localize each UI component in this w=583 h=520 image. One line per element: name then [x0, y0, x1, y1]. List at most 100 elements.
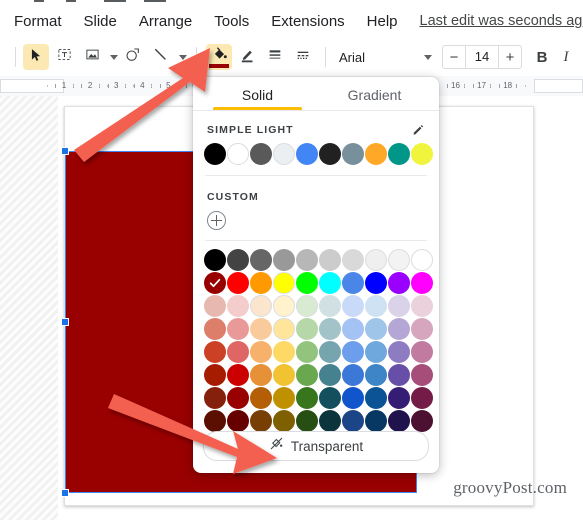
menu-item-extensions[interactable]: Extensions	[271, 13, 344, 30]
color-swatch[interactable]	[411, 364, 433, 386]
color-swatch[interactable]	[273, 295, 295, 317]
color-swatch[interactable]	[227, 249, 249, 271]
color-swatch[interactable]	[365, 387, 387, 409]
color-swatch[interactable]	[273, 249, 295, 271]
theme-color-row[interactable]	[193, 141, 439, 165]
color-swatch[interactable]	[319, 364, 341, 386]
tab-gradient[interactable]: Gradient	[316, 87, 433, 110]
color-swatch[interactable]	[342, 295, 364, 317]
color-swatch[interactable]	[365, 341, 387, 363]
theme-swatch[interactable]	[342, 143, 364, 165]
color-swatch[interactable]	[388, 341, 410, 363]
color-swatch[interactable]	[227, 341, 249, 363]
color-swatch[interactable]	[250, 295, 272, 317]
insert-line-dropdown[interactable]	[176, 44, 189, 70]
color-swatch[interactable]	[319, 318, 341, 340]
color-swatch[interactable]	[319, 387, 341, 409]
insert-line-button[interactable]	[148, 44, 174, 70]
color-swatch[interactable]	[365, 364, 387, 386]
color-swatch[interactable]	[204, 249, 226, 271]
theme-swatch[interactable]	[227, 143, 249, 165]
color-swatch[interactable]	[411, 387, 433, 409]
color-swatch[interactable]	[250, 387, 272, 409]
menu-item-help[interactable]: Help	[367, 13, 398, 30]
color-swatch[interactable]	[227, 318, 249, 340]
font-size-decrease-button[interactable]: −	[443, 46, 465, 68]
color-swatch[interactable]	[204, 364, 226, 386]
color-swatch[interactable]	[250, 272, 272, 294]
color-swatch[interactable]	[388, 318, 410, 340]
color-swatch[interactable]	[342, 318, 364, 340]
color-swatch[interactable]	[319, 249, 341, 271]
color-swatch[interactable]	[204, 341, 226, 363]
color-swatch[interactable]	[273, 341, 295, 363]
color-swatch[interactable]	[365, 318, 387, 340]
theme-swatch[interactable]	[365, 143, 387, 165]
color-swatch-selected[interactable]	[204, 272, 226, 294]
color-swatch[interactable]	[296, 318, 318, 340]
menu-item-tools[interactable]: Tools	[214, 13, 249, 30]
color-swatch[interactable]	[388, 364, 410, 386]
theme-swatch[interactable]	[411, 143, 433, 165]
color-swatch[interactable]	[411, 295, 433, 317]
tab-solid[interactable]: Solid	[199, 87, 316, 110]
font-size-increase-button[interactable]: +	[499, 46, 521, 68]
color-swatch[interactable]	[388, 387, 410, 409]
color-swatch[interactable]	[296, 249, 318, 271]
color-swatch[interactable]	[388, 295, 410, 317]
theme-swatch[interactable]	[273, 143, 295, 165]
border-weight-button[interactable]	[262, 44, 288, 70]
insert-image-dropdown[interactable]	[107, 44, 120, 70]
color-swatch[interactable]	[388, 272, 410, 294]
color-swatch[interactable]	[227, 272, 249, 294]
color-swatch[interactable]	[319, 272, 341, 294]
menu-item-format[interactable]: Format	[14, 13, 62, 30]
color-swatch[interactable]	[296, 364, 318, 386]
color-swatch[interactable]	[319, 341, 341, 363]
font-family-select[interactable]: Arial	[333, 44, 438, 70]
color-swatch[interactable]	[273, 387, 295, 409]
pencil-icon[interactable]	[411, 123, 425, 137]
color-swatch[interactable]	[250, 318, 272, 340]
transparent-button[interactable]: Transparent	[203, 431, 429, 461]
theme-swatch[interactable]	[204, 143, 226, 165]
border-color-button[interactable]	[234, 44, 260, 70]
color-swatch[interactable]	[342, 364, 364, 386]
color-swatch[interactable]	[411, 341, 433, 363]
theme-swatch[interactable]	[250, 143, 272, 165]
color-swatch[interactable]	[342, 387, 364, 409]
fill-color-picker-popup[interactable]: Solid Gradient SIMPLE LIGHT CUSTOM Trans…	[193, 77, 439, 473]
selection-handle-middle-left[interactable]	[61, 318, 69, 326]
color-swatch[interactable]	[204, 387, 226, 409]
color-swatch[interactable]	[204, 318, 226, 340]
fill-color-button[interactable]	[206, 44, 232, 70]
bold-button[interactable]: B	[530, 44, 554, 70]
font-size-input[interactable]: 14	[465, 46, 499, 68]
color-palette-grid[interactable]	[193, 241, 439, 432]
color-swatch[interactable]	[250, 341, 272, 363]
selection-handle-bottom-left[interactable]	[61, 489, 69, 497]
color-swatch[interactable]	[365, 272, 387, 294]
insert-image-button[interactable]	[79, 44, 105, 70]
color-swatch[interactable]	[296, 387, 318, 409]
color-swatch[interactable]	[411, 249, 433, 271]
color-swatch[interactable]	[204, 295, 226, 317]
italic-button[interactable]: I	[554, 44, 578, 70]
color-swatch[interactable]	[273, 272, 295, 294]
color-swatch[interactable]	[411, 318, 433, 340]
color-swatch[interactable]	[388, 249, 410, 271]
border-dash-button[interactable]	[290, 44, 316, 70]
text-box-button[interactable]	[51, 44, 77, 70]
color-swatch[interactable]	[227, 387, 249, 409]
color-swatch[interactable]	[365, 249, 387, 271]
color-swatch[interactable]	[342, 249, 364, 271]
menu-item-slide[interactable]: Slide	[84, 13, 117, 30]
color-swatch[interactable]	[411, 272, 433, 294]
color-swatch[interactable]	[365, 295, 387, 317]
theme-swatch[interactable]	[296, 143, 318, 165]
color-swatch[interactable]	[296, 295, 318, 317]
color-swatch[interactable]	[319, 295, 341, 317]
menu-item-arrange[interactable]: Arrange	[139, 13, 192, 30]
insert-shape-button[interactable]	[120, 44, 146, 70]
color-swatch[interactable]	[250, 249, 272, 271]
